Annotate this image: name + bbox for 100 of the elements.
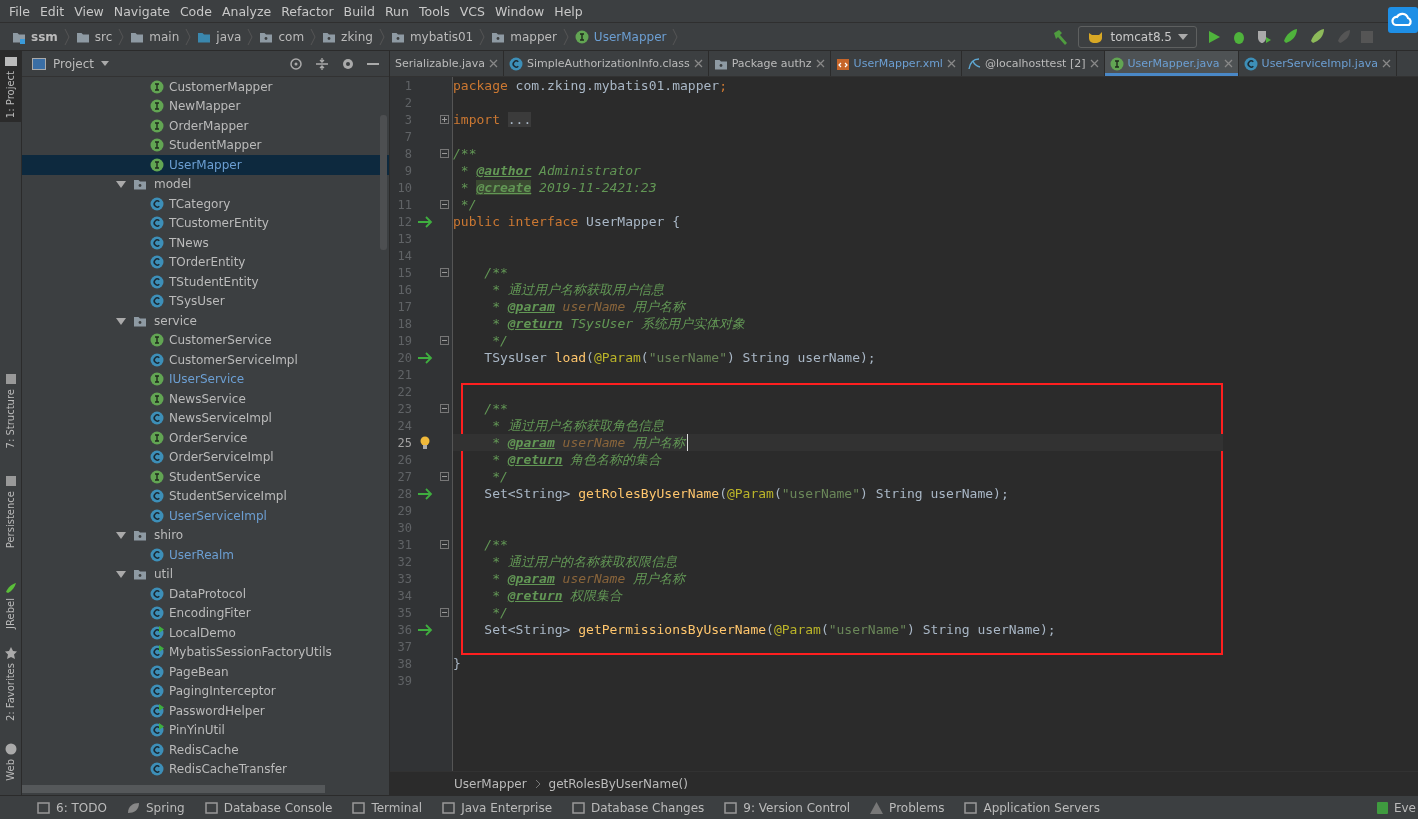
breadcrumb-item[interactable]: ssm — [8, 29, 62, 44]
tool-window-button[interactable]: Application Servers — [955, 800, 1109, 815]
breadcrumb-item[interactable]: java — [193, 29, 246, 44]
arrow-icon[interactable] — [417, 351, 433, 364]
tree-item[interactable]: CustomerService — [22, 330, 389, 350]
tool-window-tab[interactable]: Web — [0, 739, 21, 785]
tree-item[interactable]: RedisCacheTransfer — [22, 759, 389, 779]
arrow-icon[interactable] — [417, 623, 433, 636]
tree-item[interactable]: PasswordHelper — [22, 701, 389, 721]
tool-window-tab[interactable]: 2: Favorites — [0, 643, 21, 726]
editor-tab[interactable]: UserServiceImpl.java — [1238, 51, 1397, 76]
menu-item[interactable]: Navigate — [108, 3, 175, 19]
tree-item[interactable]: TStudentEntity — [22, 272, 389, 292]
tree-item[interactable]: NewsServiceImpl — [22, 408, 389, 428]
tool-window-tab[interactable]: JRebel — [0, 578, 21, 633]
menu-item[interactable]: VCS — [454, 3, 490, 19]
menu-item[interactable]: Build — [338, 3, 380, 19]
tree-item[interactable]: StudentServiceImpl — [22, 486, 389, 506]
editor-tab[interactable]: UserMapper.java — [1104, 51, 1239, 76]
tree-item[interactable]: PageBean — [22, 662, 389, 682]
fold-icon[interactable] — [439, 404, 449, 413]
menu-item[interactable]: Window — [490, 3, 550, 19]
tree-item[interactable]: TOrderEntity — [22, 252, 389, 272]
menu-item[interactable]: Refactor — [276, 3, 339, 19]
close-icon[interactable] — [1089, 59, 1099, 68]
tree-item[interactable]: NewsService — [22, 389, 389, 409]
tool-window-button[interactable]: Problems — [861, 800, 954, 815]
editor-tab[interactable]: UserMapper.xml — [830, 51, 962, 76]
collapse-icon[interactable] — [315, 56, 329, 71]
tool-window-button[interactable]: 9: Version Control — [715, 800, 860, 815]
crosshair-icon[interactable] — [289, 56, 303, 71]
breadcrumb-item[interactable]: UserMapper — [454, 776, 527, 791]
tree-item[interactable]: OrderService — [22, 428, 389, 448]
tool-window-button[interactable]: Spring — [117, 800, 194, 815]
expand-arrow-icon[interactable] — [116, 179, 126, 190]
tree-item[interactable]: RedisCache — [22, 740, 389, 760]
tool-window-button[interactable]: Java Enterprise — [433, 800, 561, 815]
tree-item[interactable]: util — [22, 564, 389, 584]
tree-item[interactable]: UserMapper — [22, 155, 389, 175]
editor-tab[interactable]: SimpleAuthorizationInfo.class — [504, 51, 709, 76]
tree-item[interactable]: PagingInterceptor — [22, 681, 389, 701]
breadcrumb-item[interactable]: src — [71, 29, 117, 44]
fold-icon[interactable] — [439, 336, 449, 345]
scrollbar[interactable] — [380, 115, 387, 250]
tool-window-tab[interactable]: Persistence — [0, 471, 21, 553]
fold-icon[interactable] — [439, 149, 449, 158]
menu-item[interactable]: Run — [380, 3, 414, 19]
fold-icon[interactable] — [439, 472, 449, 481]
tree-item[interactable]: PinYinUtil — [22, 720, 389, 740]
tree-item[interactable]: LocalDemo — [22, 623, 389, 643]
menu-item[interactable]: Edit — [34, 3, 70, 19]
cloud-icon[interactable] — [1388, 7, 1418, 33]
breadcrumb-item[interactable]: zking — [318, 29, 377, 44]
settings-icon[interactable] — [341, 56, 355, 71]
tree-item[interactable]: TSysUser — [22, 291, 389, 311]
close-icon[interactable] — [946, 59, 956, 68]
tree-item[interactable]: model — [22, 174, 389, 194]
event-log-button[interactable]: Eve — [1376, 800, 1418, 815]
close-icon[interactable] — [815, 59, 825, 68]
fold-icon[interactable] — [439, 540, 449, 549]
fold-icon[interactable] — [439, 268, 449, 277]
tree-item[interactable]: IUserService — [22, 369, 389, 389]
tool-window-tab[interactable]: 1: Project — [0, 51, 21, 123]
menu-item[interactable]: Analyze — [216, 3, 277, 19]
tree-item[interactable]: UserServiceImpl — [22, 506, 389, 526]
tree-item[interactable]: StudentMapper — [22, 135, 389, 155]
menu-item[interactable]: Help — [549, 3, 588, 19]
tree-item[interactable]: NewMapper — [22, 96, 389, 116]
tree-item[interactable]: StudentService — [22, 467, 389, 487]
shield-run-icon[interactable] — [1256, 28, 1272, 45]
tool-window-button[interactable]: 6: TODO — [28, 800, 116, 815]
run-icon[interactable] — [1206, 28, 1222, 45]
tree-item[interactable]: CustomerServiceImpl — [22, 350, 389, 370]
expand-arrow-icon[interactable] — [116, 530, 126, 541]
tree-item[interactable]: OrderServiceImpl — [22, 447, 389, 467]
menu-item[interactable]: Code — [174, 3, 217, 19]
tool-window-button[interactable]: Terminal — [343, 800, 432, 815]
editor-tab[interactable]: Package authz — [708, 51, 831, 76]
close-icon[interactable] — [693, 59, 703, 68]
tree-item[interactable]: UserRealm — [22, 545, 389, 565]
menu-item[interactable]: View — [69, 3, 109, 19]
menu-item[interactable]: Tools — [413, 3, 455, 19]
tool-window-tab[interactable]: 7: Structure — [0, 369, 21, 453]
run-config-dropdown[interactable]: tomcat8.5 — [1077, 25, 1197, 48]
editor-tab[interactable]: @localhosttest [2] — [961, 51, 1105, 76]
fold-icon[interactable] — [439, 608, 449, 617]
scrollbar[interactable] — [22, 785, 325, 793]
tree-item[interactable]: MybatisSessionFactoryUtils — [22, 642, 389, 662]
lightbulb-icon[interactable] — [420, 435, 430, 450]
breadcrumb-item[interactable]: UserMapper — [570, 29, 671, 44]
fold-icon[interactable] — [439, 115, 449, 124]
tool-window-button[interactable]: Database Changes — [563, 800, 714, 815]
expand-arrow-icon[interactable] — [116, 569, 126, 580]
tool-window-button[interactable]: Database Console — [195, 800, 342, 815]
breadcrumb-item[interactable]: mapper — [487, 29, 561, 44]
tree-item[interactable]: OrderMapper — [22, 116, 389, 136]
expand-arrow-icon[interactable] — [116, 315, 126, 326]
tree-item[interactable]: service — [22, 311, 389, 331]
close-icon[interactable] — [1381, 59, 1391, 68]
tree-item[interactable]: DataProtocol — [22, 584, 389, 604]
